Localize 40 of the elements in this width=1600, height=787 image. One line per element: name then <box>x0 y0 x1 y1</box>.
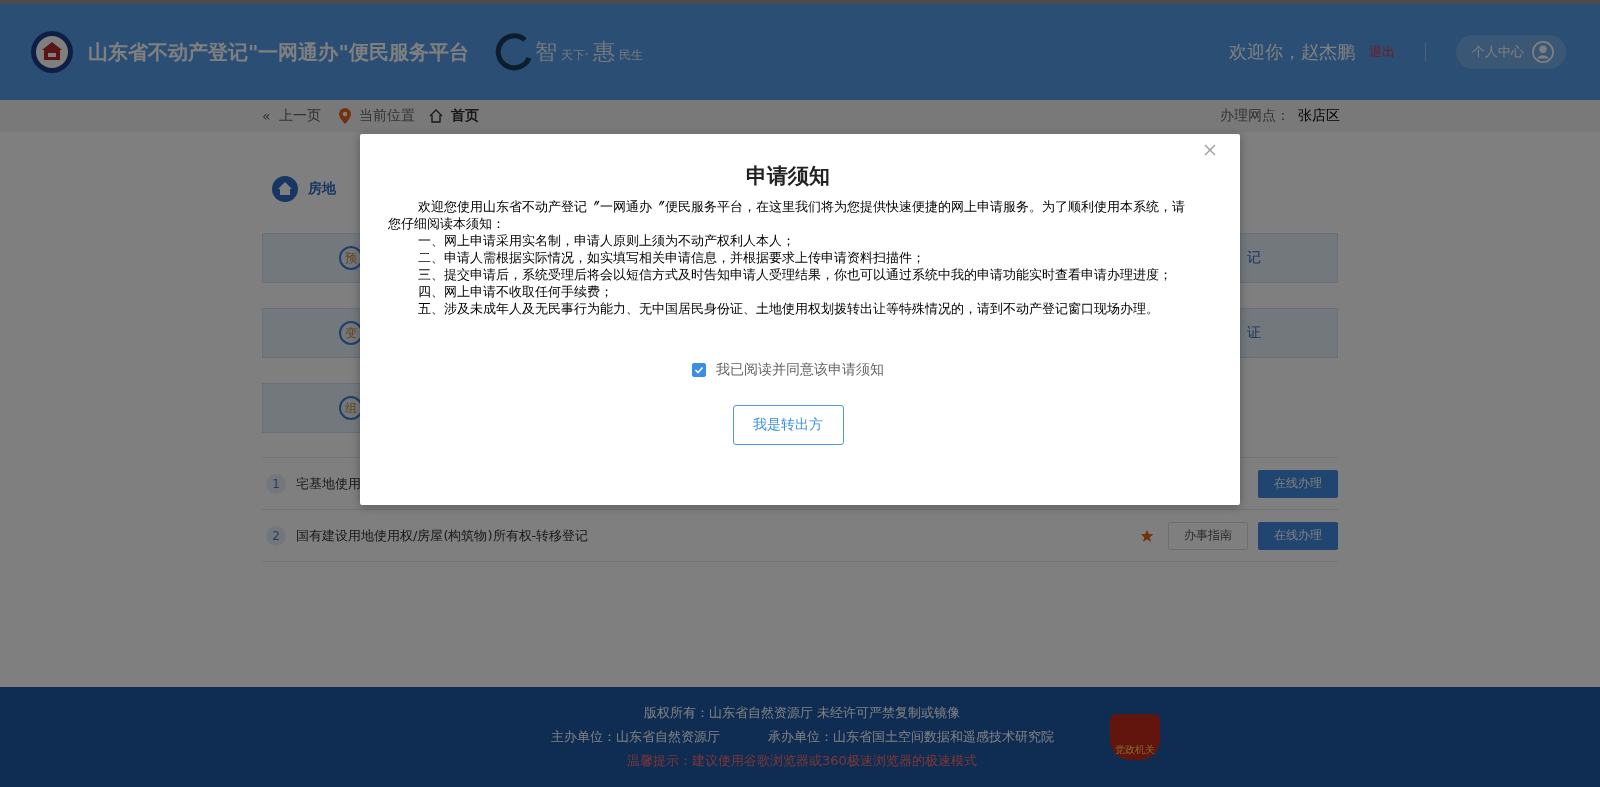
government-badge[interactable]: 党政机关 <box>1109 714 1160 760</box>
guide-button[interactable]: 办事指南 <box>1168 521 1248 550</box>
apply-online-button[interactable]: 在线办理 <box>1258 469 1338 498</box>
service-card-text: 记 <box>1247 249 1261 267</box>
item-name[interactable]: 国有建设用地使用权/房屋(构筑物)所有权-转移登记 <box>296 526 589 545</box>
browser-tip-text: 温馨提示：建议使用谷歌浏览器或360极速浏览器的极速模式 <box>627 752 977 770</box>
notice-paragraph: 四、网上申请不收取任何手续费； <box>417 283 615 300</box>
notice-paragraph: 五、涉及未成年人及无民事行为能力、无中国居民身份证、土地使用权划拨转出让等特殊情况的，请到不动产登记窗口现场办理。 <box>417 300 1161 317</box>
close-icon[interactable] <box>1204 144 1216 156</box>
slogan-text: 智 天下· 惠 民生 <box>534 38 644 66</box>
item-number: 1 <box>266 473 286 494</box>
category-tab[interactable]: 房地 <box>262 174 362 204</box>
site-title: 山东省不动产登记"一网通办"便民服务平台 <box>88 38 469 66</box>
transferor-button[interactable]: 我是转出方 <box>732 405 844 445</box>
agree-checkbox[interactable] <box>692 363 706 377</box>
item-name[interactable]: 宅基地使用 <box>296 474 361 493</box>
dialog-title: 申请须知 <box>746 163 830 190</box>
notice-paragraph: 一、网上申请采用实名制，申请人原则上须为不动产权利人本人； <box>417 232 797 249</box>
apply-online-button[interactable]: 在线办理 <box>1258 521 1338 550</box>
copyright-text: 版权所有：山东省自然资源厅 未经许可严禁复制或镜像 <box>643 704 961 722</box>
notice-paragraph: 欢迎您使用山东省不动产登记〞一网通办〞便民服务平台，在这里我们将为您提供快速便捷的网上申请服务。为了顺利使用本系统，请您仔细阅读本须知： <box>388 198 1187 232</box>
double-chevron-icon: « <box>262 108 271 124</box>
user-avatar-icon <box>1532 41 1554 63</box>
home-icon <box>272 176 298 202</box>
notice-paragraph: 二、申请人需根据实际情况，如实填写相关申请信息，并根据要求上传申请资料扫描件； <box>417 249 927 266</box>
sponsor-text: 主办单位：山东省自然资源厅 <box>550 728 720 746</box>
location-label: 当前位置 <box>358 107 415 125</box>
organizer-text: 承办单位：山东省国土空间数据和遥感技术研究院 <box>767 728 1054 746</box>
office-value: 张店区 <box>1298 107 1340 125</box>
welcome-text: 欢迎你，赵杰鹏 <box>1229 40 1355 64</box>
item-number: 2 <box>266 525 286 546</box>
agree-label: 我已阅读并同意该申请须知 <box>716 361 884 379</box>
check-icon <box>693 364 705 376</box>
notice-paragraph: 三、提交申请后，系统受理后将会以短信方式及时告知申请人受理结果，你也可以通过系统中我的申请功能实时查看申请办理进度； <box>417 266 1174 283</box>
office-label: 办理网点： <box>1220 107 1290 125</box>
emblem-logo-icon <box>30 30 74 74</box>
location-pin-icon <box>338 108 351 124</box>
home-icon <box>428 109 443 123</box>
home-link[interactable]: 首页 <box>450 107 479 125</box>
service-card-text: 证 <box>1247 324 1261 342</box>
